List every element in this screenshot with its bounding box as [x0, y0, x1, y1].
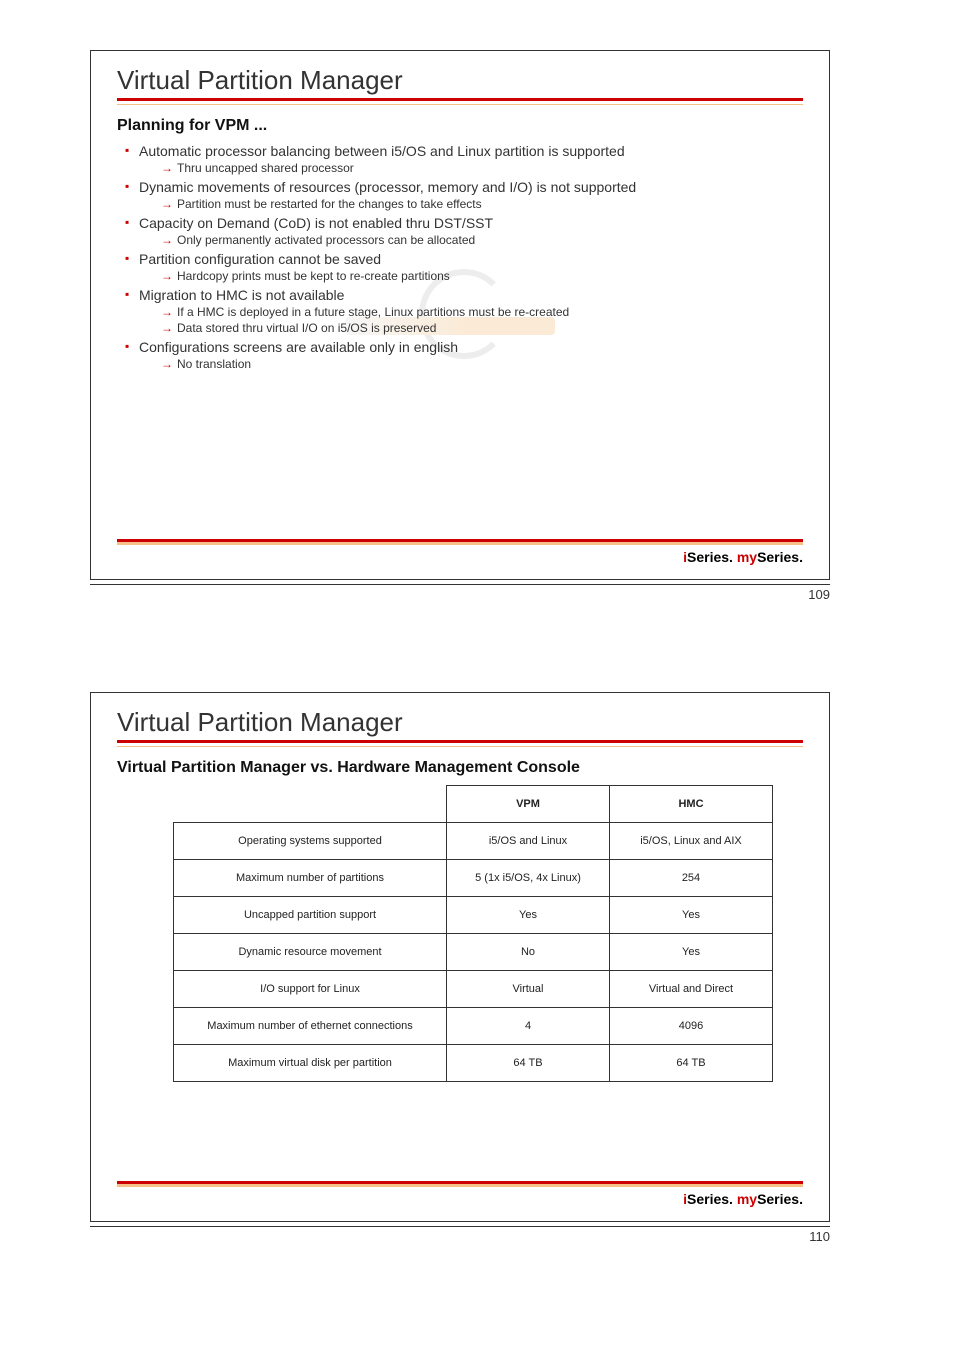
bullet-item: Migration to HMC is not available →If a H…: [139, 287, 803, 335]
table-cell: 254: [610, 860, 773, 897]
page-2: Virtual Partition Manager Virtual Partit…: [0, 612, 954, 1254]
table-cell: No: [447, 934, 610, 971]
table-cell: i5/OS, Linux and AIX: [610, 823, 773, 860]
sub-bullet-item: →Data stored thru virtual I/O on i5/OS i…: [161, 321, 803, 335]
bullet-item: Capacity on Demand (CoD) is not enabled …: [139, 215, 803, 247]
bullet-text: Partition configuration cannot be saved: [139, 251, 381, 267]
sub-bullet-item: →No translation: [161, 357, 803, 371]
table-row-label: Maximum number of ethernet connections: [174, 1008, 447, 1045]
sub-bullet-list: →Thru uncapped shared processor: [139, 161, 803, 175]
sub-bullet-item: →Thru uncapped shared processor: [161, 161, 803, 175]
sub-bullet-item: →If a HMC is deployed in a future stage,…: [161, 305, 803, 319]
bullet-item: Partition configuration cannot be saved →…: [139, 251, 803, 283]
sub-bullet-item: →Hardcopy prints must be kept to re-crea…: [161, 269, 803, 283]
table-cell: Yes: [610, 897, 773, 934]
sub-bullet-text: Partition must be restarted for the chan…: [177, 197, 482, 211]
brand-series1: Series.: [687, 1191, 737, 1207]
table-row-label: Uncapped partition support: [174, 897, 447, 934]
slide-title: Virtual Partition Manager: [117, 707, 803, 738]
table-row: Maximum number of ethernet connections44…: [174, 1008, 773, 1045]
brand-my: my: [737, 549, 757, 565]
slide-footer: iSeries. mySeries.: [117, 1181, 803, 1207]
sub-bullet-text: Data stored thru virtual I/O on i5/OS is…: [177, 321, 436, 335]
sub-bullet-list: →If a HMC is deployed in a future stage,…: [139, 305, 803, 335]
sub-bullet-list: →Only permanently activated processors c…: [139, 233, 803, 247]
table-cell: 4096: [610, 1008, 773, 1045]
branding-text: iSeries. mySeries.: [117, 549, 803, 565]
arrow-icon: →: [161, 269, 177, 283]
table-cell: Virtual and Direct: [610, 971, 773, 1008]
table-row-label: Dynamic resource movement: [174, 934, 447, 971]
page-number: 110: [90, 1226, 830, 1244]
arrow-icon: →: [161, 357, 177, 371]
table-row: Maximum number of partitions5 (1x i5/OS,…: [174, 860, 773, 897]
sub-bullet-text: Only permanently activated processors ca…: [177, 233, 475, 247]
sub-bullet-text: If a HMC is deployed in a future stage, …: [177, 305, 569, 319]
bullet-text: Automatic processor balancing between i5…: [139, 143, 625, 159]
table-cell: 5 (1x i5/OS, 4x Linux): [447, 860, 610, 897]
sub-bullet-list: →No translation: [139, 357, 803, 371]
table-cell: 64 TB: [610, 1045, 773, 1082]
table-cell: Virtual: [447, 971, 610, 1008]
slide-footer: iSeries. mySeries.: [117, 539, 803, 565]
table-row: Operating systems supportedi5/OS and Lin…: [174, 823, 773, 860]
brand-series2: Series.: [757, 1191, 803, 1207]
slide-subtitle: Virtual Partition Manager vs. Hardware M…: [117, 759, 803, 777]
bullet-text: Configurations screens are available onl…: [139, 339, 458, 355]
sub-bullet-item: →Partition must be restarted for the cha…: [161, 197, 803, 211]
table-row: I/O support for LinuxVirtualVirtual and …: [174, 971, 773, 1008]
brand-series2: Series.: [757, 549, 803, 565]
table-header: HMC: [610, 786, 773, 823]
sub-bullet-list: →Partition must be restarted for the cha…: [139, 197, 803, 211]
page-1: Virtual Partition Manager Planning for V…: [0, 0, 954, 612]
title-rule-red: [117, 98, 803, 101]
slide-2: Virtual Partition Manager Virtual Partit…: [90, 692, 830, 1222]
arrow-icon: →: [161, 161, 177, 175]
table-row: Dynamic resource movementNoYes: [174, 934, 773, 971]
table-row-label: Maximum virtual disk per partition: [174, 1045, 447, 1082]
table-cell: Yes: [447, 897, 610, 934]
title-rule-orange: [117, 104, 803, 105]
table-row: Maximum virtual disk per partition64 TB6…: [174, 1045, 773, 1082]
table-cell: 64 TB: [447, 1045, 610, 1082]
branding-text: iSeries. mySeries.: [117, 1191, 803, 1207]
slide-1: Virtual Partition Manager Planning for V…: [90, 50, 830, 580]
table-row-label: Operating systems supported: [174, 823, 447, 860]
table-row: Uncapped partition supportYesYes: [174, 897, 773, 934]
slide-title: Virtual Partition Manager: [117, 65, 803, 96]
bullet-item: Configurations screens are available onl…: [139, 339, 803, 371]
slide-subtitle: Planning for VPM ...: [117, 117, 803, 135]
footer-rule-orange: [117, 1184, 803, 1187]
title-rule-red: [117, 740, 803, 743]
arrow-icon: →: [161, 321, 177, 335]
sub-bullet-list: →Hardcopy prints must be kept to re-crea…: [139, 269, 803, 283]
sub-bullet-text: No translation: [177, 357, 251, 371]
sub-bullet-item: →Only permanently activated processors c…: [161, 233, 803, 247]
arrow-icon: →: [161, 197, 177, 211]
table-cell: i5/OS and Linux: [447, 823, 610, 860]
brand-series1: Series.: [687, 549, 737, 565]
table-header-blank: [174, 786, 447, 823]
arrow-icon: →: [161, 233, 177, 247]
table-row-label: I/O support for Linux: [174, 971, 447, 1008]
sub-bullet-text: Hardcopy prints must be kept to re-creat…: [177, 269, 450, 283]
table-cell: 4: [447, 1008, 610, 1045]
bullet-text: Dynamic movements of resources (processo…: [139, 179, 636, 195]
sub-bullet-text: Thru uncapped shared processor: [177, 161, 354, 175]
arrow-icon: →: [161, 305, 177, 319]
page-number: 109: [90, 584, 830, 602]
bullet-item: Automatic processor balancing between i5…: [139, 143, 803, 175]
table-header: VPM: [447, 786, 610, 823]
table-cell: Yes: [610, 934, 773, 971]
bullet-text: Capacity on Demand (CoD) is not enabled …: [139, 215, 493, 231]
table-row-label: Maximum number of partitions: [174, 860, 447, 897]
bullet-list: Automatic processor balancing between i5…: [117, 143, 803, 371]
bullet-text: Migration to HMC is not available: [139, 287, 344, 303]
bullet-item: Dynamic movements of resources (processo…: [139, 179, 803, 211]
comparison-table: VPMHMCOperating systems supportedi5/OS a…: [173, 785, 773, 1082]
title-rule-orange: [117, 746, 803, 747]
footer-rule-orange: [117, 542, 803, 545]
brand-my: my: [737, 1191, 757, 1207]
